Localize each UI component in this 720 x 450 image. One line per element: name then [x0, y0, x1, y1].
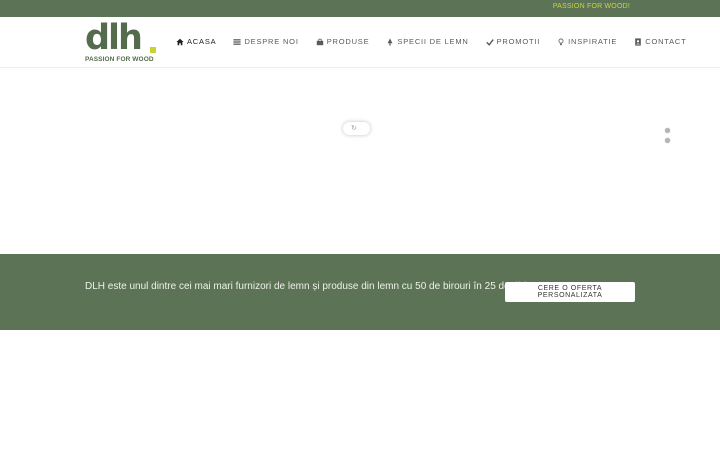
top-bar: PASSION FOR WOOD!: [0, 0, 720, 17]
nav-item-label: PROMOTII: [496, 37, 541, 46]
logo-dot: [150, 47, 156, 53]
hero-slider: ↻: [0, 68, 720, 254]
nav-item-specii-de-lemn[interactable]: SPECII DE LEMN: [386, 37, 468, 46]
nav-item-promotii[interactable]: PROMOTII: [485, 37, 541, 46]
list-icon: [233, 38, 242, 45]
contact-card-icon: [635, 37, 642, 46]
topbar-tagline: PASSION FOR WOOD!: [552, 3, 630, 10]
logo-subtitle: PASSION FOR WOOD: [85, 56, 154, 63]
nav-item-inspiratie[interactable]: INSPIRATIE: [557, 37, 617, 46]
main-nav: ACASA DESPRE NOI PRODUSE SPECII DE LEMN …: [176, 37, 687, 46]
logo-mark: dlh: [85, 18, 143, 58]
slider-dot[interactable]: [665, 128, 670, 133]
site-header: dlh PASSION FOR WOOD ACASA DESPRE NOI PR…: [0, 17, 720, 68]
check-icon: [485, 38, 494, 46]
nav-item-label: DESPRE NOI: [244, 37, 299, 46]
nav-item-label: INSPIRATIE: [568, 37, 618, 46]
site-logo[interactable]: dlh PASSION FOR WOOD: [85, 21, 165, 65]
promo-text: DLH este unul dintre cei mai mari furniz…: [85, 281, 530, 292]
nav-item-acasa[interactable]: ACASA: [176, 37, 216, 46]
spinner-icon: ↻: [351, 125, 357, 132]
content-area: [0, 330, 720, 450]
slider-dot[interactable]: [665, 138, 670, 143]
nav-item-produse[interactable]: PRODUSE: [316, 37, 370, 46]
nav-item-label: PRODUSE: [326, 37, 370, 46]
nav-item-label: SPECII DE LEMN: [397, 37, 469, 46]
promo-band: DLH este unul dintre cei mai mari furniz…: [0, 254, 720, 330]
shopping-bag-icon: [316, 38, 323, 45]
slider-dots: [665, 128, 671, 148]
lightbulb-icon: [558, 38, 564, 45]
request-offer-button[interactable]: CERE O OFERTA PERSONALIZATA: [505, 282, 635, 302]
nav-item-despre-noi[interactable]: DESPRE NOI: [233, 37, 298, 46]
home-icon: [176, 38, 184, 45]
nav-item-label: ACASA: [187, 37, 217, 46]
nav-item-contact[interactable]: CONTACT: [634, 37, 686, 46]
slider-loader: ↻: [343, 122, 370, 135]
tree-icon: [388, 37, 393, 46]
nav-item-label: CONTACT: [645, 37, 687, 46]
